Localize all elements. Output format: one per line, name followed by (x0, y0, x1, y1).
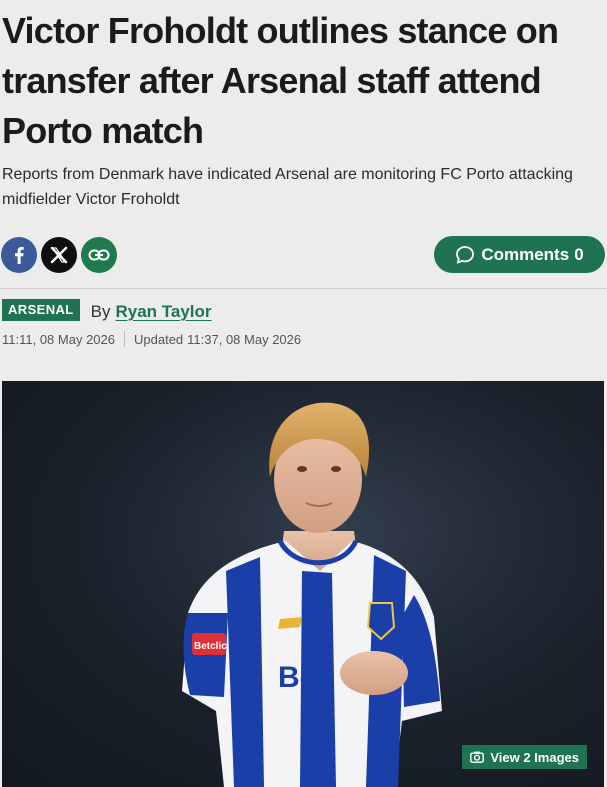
copy-link-button[interactable] (81, 237, 117, 273)
byline: ARSENAL By Ryan Taylor (2, 298, 212, 322)
sleeve-sponsor-text: Betclic (194, 641, 227, 652)
share-x-button[interactable] (41, 237, 77, 273)
article-dates: 11:11, 08 May 2026 Updated 11:37, 08 May… (2, 331, 301, 347)
article-headline: Victor Froholdt outlines stance on trans… (2, 10, 559, 151)
comments-count: 0 (574, 244, 584, 264)
comments-label: Comments (481, 244, 570, 264)
header-divider (0, 288, 607, 289)
updated-time: 11:37, 08 May 2026 (187, 331, 302, 347)
facebook-icon (15, 247, 24, 264)
share-facebook-button[interactable] (1, 237, 37, 273)
date-separator (124, 331, 125, 347)
x-icon (50, 246, 68, 264)
article-page: Victor Froholdt outlines stance on trans… (0, 0, 607, 787)
section-tag[interactable]: ARSENAL (2, 299, 80, 321)
shirt-sponsor-text: Bet (278, 661, 326, 694)
view-images-button[interactable]: View 2 Images (462, 745, 587, 769)
hero-image[interactable]: Bet Betclic View 2 Images (2, 381, 604, 787)
article-standfirst: Reports from Denmark have indicated Arse… (2, 166, 573, 208)
author-link[interactable]: Ryan Taylor (115, 302, 211, 322)
view-images-label: View 2 Images (490, 749, 579, 765)
camera-icon (470, 751, 485, 763)
share-bar: Comments 0 (0, 235, 607, 275)
updated-time-wrap: Updated 11:37, 08 May 2026 (134, 332, 301, 347)
updated-prefix: Updated (134, 331, 184, 347)
player-photo: Bet Betclic (2, 381, 604, 787)
speech-bubble-icon (456, 245, 475, 263)
comments-button[interactable]: Comments 0 (434, 236, 605, 273)
link-icon (88, 249, 110, 261)
published-time: 11:11, 08 May 2026 (2, 331, 115, 347)
by-prefix: By (90, 302, 111, 321)
